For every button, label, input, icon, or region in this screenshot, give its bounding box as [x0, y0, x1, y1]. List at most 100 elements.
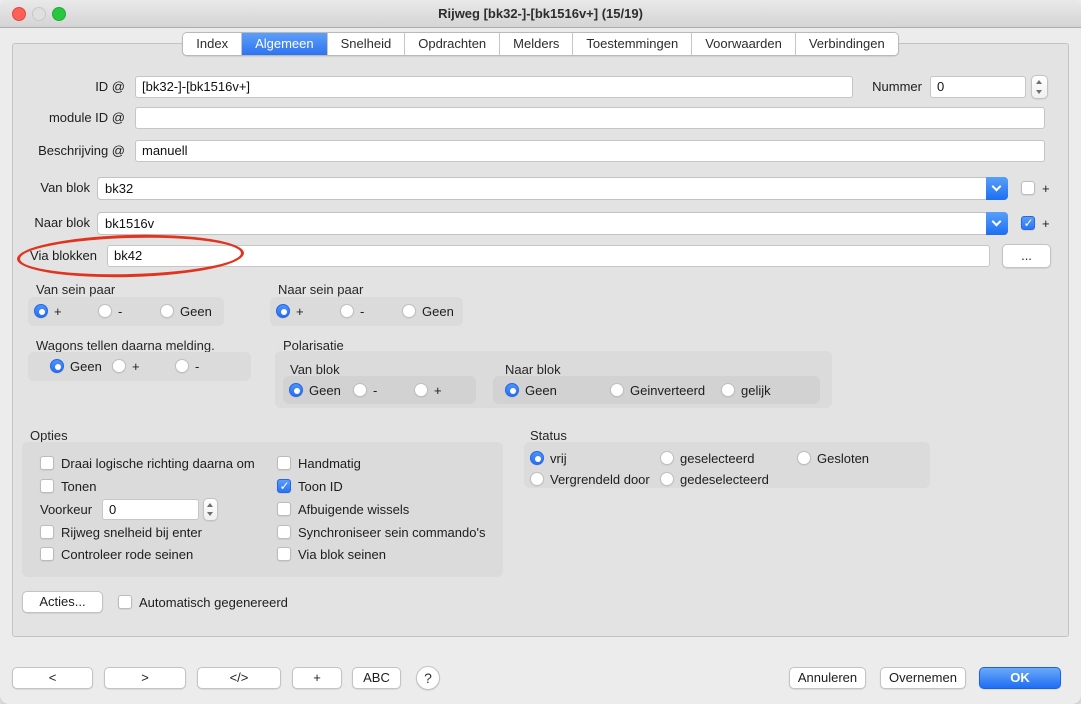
- tab-opdrachten[interactable]: Opdrachten: [404, 33, 499, 55]
- radio-wagons-geen[interactable]: Geen: [50, 358, 102, 374]
- status-label: Status: [530, 428, 567, 443]
- id-label: ID @: [20, 76, 125, 98]
- id-input[interactable]: [bk32-]-[bk1516v+]: [135, 76, 853, 98]
- van-sein-paar-label: Van sein paar: [36, 282, 115, 297]
- radio-status-vrij[interactable]: vrij: [530, 450, 567, 466]
- radio-wagons-min[interactable]: -: [175, 358, 199, 374]
- nummer-input[interactable]: 0: [930, 76, 1026, 98]
- van-blok-label: Van blok: [10, 177, 90, 199]
- radio-dot: [721, 383, 735, 397]
- checkbox-afbuigende-wissels[interactable]: Afbuigende wissels: [277, 501, 409, 517]
- naar-blok-value: bk1516v: [105, 216, 154, 231]
- checkbox-box: [1021, 181, 1035, 195]
- chevron-down-icon: [992, 182, 1002, 192]
- checkbox-draai-logische-richting[interactable]: Draai logische richting daarna om: [40, 455, 255, 471]
- code-button[interactable]: </>: [197, 667, 281, 689]
- van-blok-dropdown-button[interactable]: [986, 177, 1008, 200]
- radio-polar-naar-geen[interactable]: Geen: [505, 382, 557, 398]
- checkbox-toon-id[interactable]: Toon ID: [277, 478, 343, 494]
- tab-bar: Index Algemeen Snelheid Opdrachten Melde…: [0, 32, 1081, 56]
- module-id-input[interactable]: [135, 107, 1045, 129]
- radio-naar-sein-min[interactable]: -: [340, 303, 364, 319]
- checkbox-box: [40, 479, 54, 493]
- checkbox-box: [277, 525, 291, 539]
- polarisatie-van-blok-label: Van blok: [290, 362, 340, 377]
- tab-index[interactable]: Index: [183, 33, 241, 55]
- checkbox-rijweg-snelheid[interactable]: Rijweg snelheid bij enter: [40, 524, 202, 540]
- radio-wagons-plus[interactable]: +: [112, 358, 140, 374]
- help-button[interactable]: ?: [416, 666, 440, 690]
- tab-verbindingen[interactable]: Verbindingen: [795, 33, 898, 55]
- wagons-label: Wagons tellen daarna melding.: [36, 338, 215, 353]
- radio-status-gedeselecteerd[interactable]: gedeselecteerd: [660, 471, 769, 487]
- radio-dot: [175, 359, 189, 373]
- radio-van-sein-geen[interactable]: Geen: [160, 303, 212, 319]
- checkbox-box: [277, 547, 291, 561]
- radio-status-geselecteerd[interactable]: geselecteerd: [660, 450, 754, 466]
- next-button[interactable]: >: [104, 667, 186, 689]
- checkbox-controleer-rode-seinen[interactable]: Controleer rode seinen: [40, 546, 193, 562]
- voorkeur-stepper[interactable]: [203, 498, 218, 521]
- ok-button[interactable]: OK: [979, 667, 1061, 689]
- radio-dot: [505, 383, 519, 397]
- naar-blok-dropdown-button[interactable]: [986, 212, 1008, 235]
- tab-voorwaarden[interactable]: Voorwaarden: [691, 33, 795, 55]
- radio-dot: [98, 304, 112, 318]
- nummer-stepper[interactable]: [1031, 75, 1048, 99]
- naar-blok-combobox[interactable]: bk1516v: [97, 212, 1008, 235]
- radio-polar-van-geen[interactable]: Geen: [289, 382, 341, 398]
- tab-segmented-control: Index Algemeen Snelheid Opdrachten Melde…: [182, 32, 898, 56]
- radio-naar-sein-plus[interactable]: +: [276, 303, 304, 319]
- checkbox-handmatig[interactable]: Handmatig: [277, 455, 361, 471]
- naar-blok-label: Naar blok: [10, 212, 90, 234]
- beschrijving-label: Beschrijving @: [20, 140, 125, 162]
- radio-van-sein-min[interactable]: -: [98, 303, 122, 319]
- via-blokken-browse-button[interactable]: ...: [1002, 244, 1051, 268]
- radio-naar-sein-geen[interactable]: Geen: [402, 303, 454, 319]
- window-title: Rijweg [bk32-]-[bk1516v+] (15/19): [0, 0, 1081, 28]
- tab-algemeen[interactable]: Algemeen: [241, 33, 327, 55]
- radio-status-gesloten[interactable]: Gesloten: [797, 450, 869, 466]
- radio-dot: [50, 359, 64, 373]
- checkbox-automatisch-gegenereerd[interactable]: Automatisch gegenereerd: [118, 594, 288, 610]
- opties-label: Opties: [30, 428, 68, 443]
- van-blok-value: bk32: [105, 181, 133, 196]
- radio-dot: [414, 383, 428, 397]
- radio-polar-naar-gelijk[interactable]: gelijk: [721, 382, 771, 398]
- radio-van-sein-plus[interactable]: +: [34, 303, 62, 319]
- acties-button[interactable]: Acties...: [22, 591, 103, 613]
- tab-toestemmingen[interactable]: Toestemmingen: [572, 33, 691, 55]
- checkbox-box: [40, 547, 54, 561]
- overnemen-button[interactable]: Overnemen: [880, 667, 966, 689]
- radio-dot: [530, 451, 544, 465]
- radio-polar-naar-geinverteerd[interactable]: Geinverteerd: [610, 382, 705, 398]
- abc-button[interactable]: ABC: [352, 667, 401, 689]
- tab-snelheid[interactable]: Snelheid: [327, 33, 405, 55]
- radio-dot: [530, 472, 544, 486]
- add-button[interactable]: +: [292, 667, 342, 689]
- radio-dot: [797, 451, 811, 465]
- checkbox-box: [1021, 216, 1035, 230]
- van-blok-plus-checkbox[interactable]: +: [1021, 180, 1050, 196]
- van-blok-combobox[interactable]: bk32: [97, 177, 1008, 200]
- beschrijving-input[interactable]: manuell: [135, 140, 1045, 162]
- radio-dot: [340, 304, 354, 318]
- checkbox-tonen[interactable]: Tonen: [40, 478, 96, 494]
- prev-button[interactable]: <: [12, 667, 93, 689]
- naar-blok-plus-checkbox[interactable]: +: [1021, 215, 1050, 231]
- radio-polar-van-min[interactable]: -: [353, 382, 377, 398]
- radio-dot: [610, 383, 624, 397]
- radio-polar-van-plus[interactable]: +: [414, 382, 442, 398]
- naar-blok-plus-label: +: [1042, 216, 1050, 231]
- radio-status-vergrendeld-door[interactable]: Vergrendeld door: [530, 471, 650, 487]
- van-blok-plus-label: +: [1042, 181, 1050, 196]
- nummer-label: Nummer: [850, 76, 922, 98]
- checkbox-synchroniseer-sein[interactable]: Synchroniseer sein commando's: [277, 524, 485, 540]
- module-id-label: module ID @: [20, 107, 125, 129]
- annuleren-button[interactable]: Annuleren: [789, 667, 866, 689]
- checkbox-via-blok-seinen[interactable]: Via blok seinen: [277, 546, 386, 562]
- checkbox-box: [118, 595, 132, 609]
- checkbox-box: [40, 525, 54, 539]
- voorkeur-input[interactable]: 0: [102, 499, 199, 520]
- tab-melders[interactable]: Melders: [499, 33, 572, 55]
